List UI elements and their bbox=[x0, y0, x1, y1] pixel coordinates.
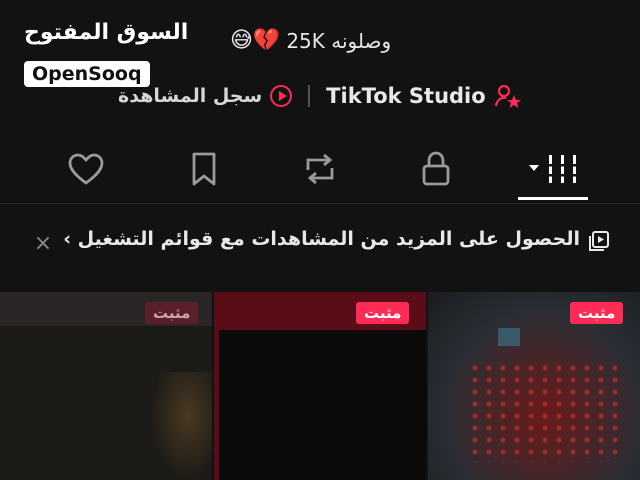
tab-private[interactable] bbox=[406, 140, 466, 198]
watch-history-label: سجل المشاهدة bbox=[118, 85, 263, 107]
tab-selected-indicator bbox=[518, 197, 588, 200]
play-icon bbox=[270, 85, 293, 107]
thumb-figure bbox=[150, 372, 212, 480]
playlist-icon bbox=[589, 231, 609, 251]
tabs-divider bbox=[0, 203, 640, 204]
thumb-left-edge bbox=[214, 330, 219, 480]
tab-videos[interactable] bbox=[518, 140, 588, 198]
profile-tabs bbox=[0, 140, 640, 200]
bookmark-icon bbox=[192, 152, 216, 186]
grid-icon bbox=[529, 155, 579, 183]
heart-icon bbox=[68, 153, 104, 185]
user-star-icon bbox=[494, 84, 521, 108]
separator bbox=[308, 85, 311, 107]
pinned-badge: مثبت bbox=[570, 302, 624, 324]
profile-links: سجل المشاهدة TikTok Studio bbox=[118, 80, 522, 112]
thumb-flag bbox=[498, 328, 520, 346]
video-grid: مثبت مثبت مثبت bbox=[0, 292, 640, 480]
tab-favorites[interactable] bbox=[174, 140, 234, 198]
followers-text: وصلونه 25K bbox=[286, 29, 392, 53]
lock-icon bbox=[422, 151, 450, 186]
tab-reposts[interactable] bbox=[290, 140, 350, 198]
tiktok-studio-link[interactable]: TikTok Studio bbox=[326, 83, 522, 109]
video-thumbnail[interactable]: مثبت bbox=[214, 292, 426, 480]
video-thumbnail[interactable]: مثبت bbox=[0, 292, 212, 480]
watch-history-link[interactable]: سجل المشاهدة bbox=[118, 85, 293, 107]
playlist-banner[interactable]: × الحصول على المزيد من المشاهدات مع قوائ… bbox=[0, 222, 640, 270]
thumb-crowd bbox=[468, 362, 618, 462]
playlist-banner-text[interactable]: الحصول على المزيد من المشاهدات مع قوائم … bbox=[63, 228, 580, 250]
close-icon[interactable]: × bbox=[30, 230, 56, 256]
followers-row: 😅💔 وصلونه 25K bbox=[230, 26, 391, 56]
pinned-badge: مثبت bbox=[356, 302, 410, 324]
tab-liked[interactable] bbox=[56, 140, 116, 198]
tiktok-studio-label: TikTok Studio bbox=[326, 84, 486, 108]
watermark-arabic: السوق المفتوح bbox=[24, 20, 189, 45]
emoji-icon: 😅💔 bbox=[230, 28, 281, 53]
repost-icon bbox=[306, 153, 334, 185]
pinned-badge: مثبت bbox=[145, 302, 199, 324]
video-thumbnail[interactable]: مثبت bbox=[428, 292, 640, 480]
